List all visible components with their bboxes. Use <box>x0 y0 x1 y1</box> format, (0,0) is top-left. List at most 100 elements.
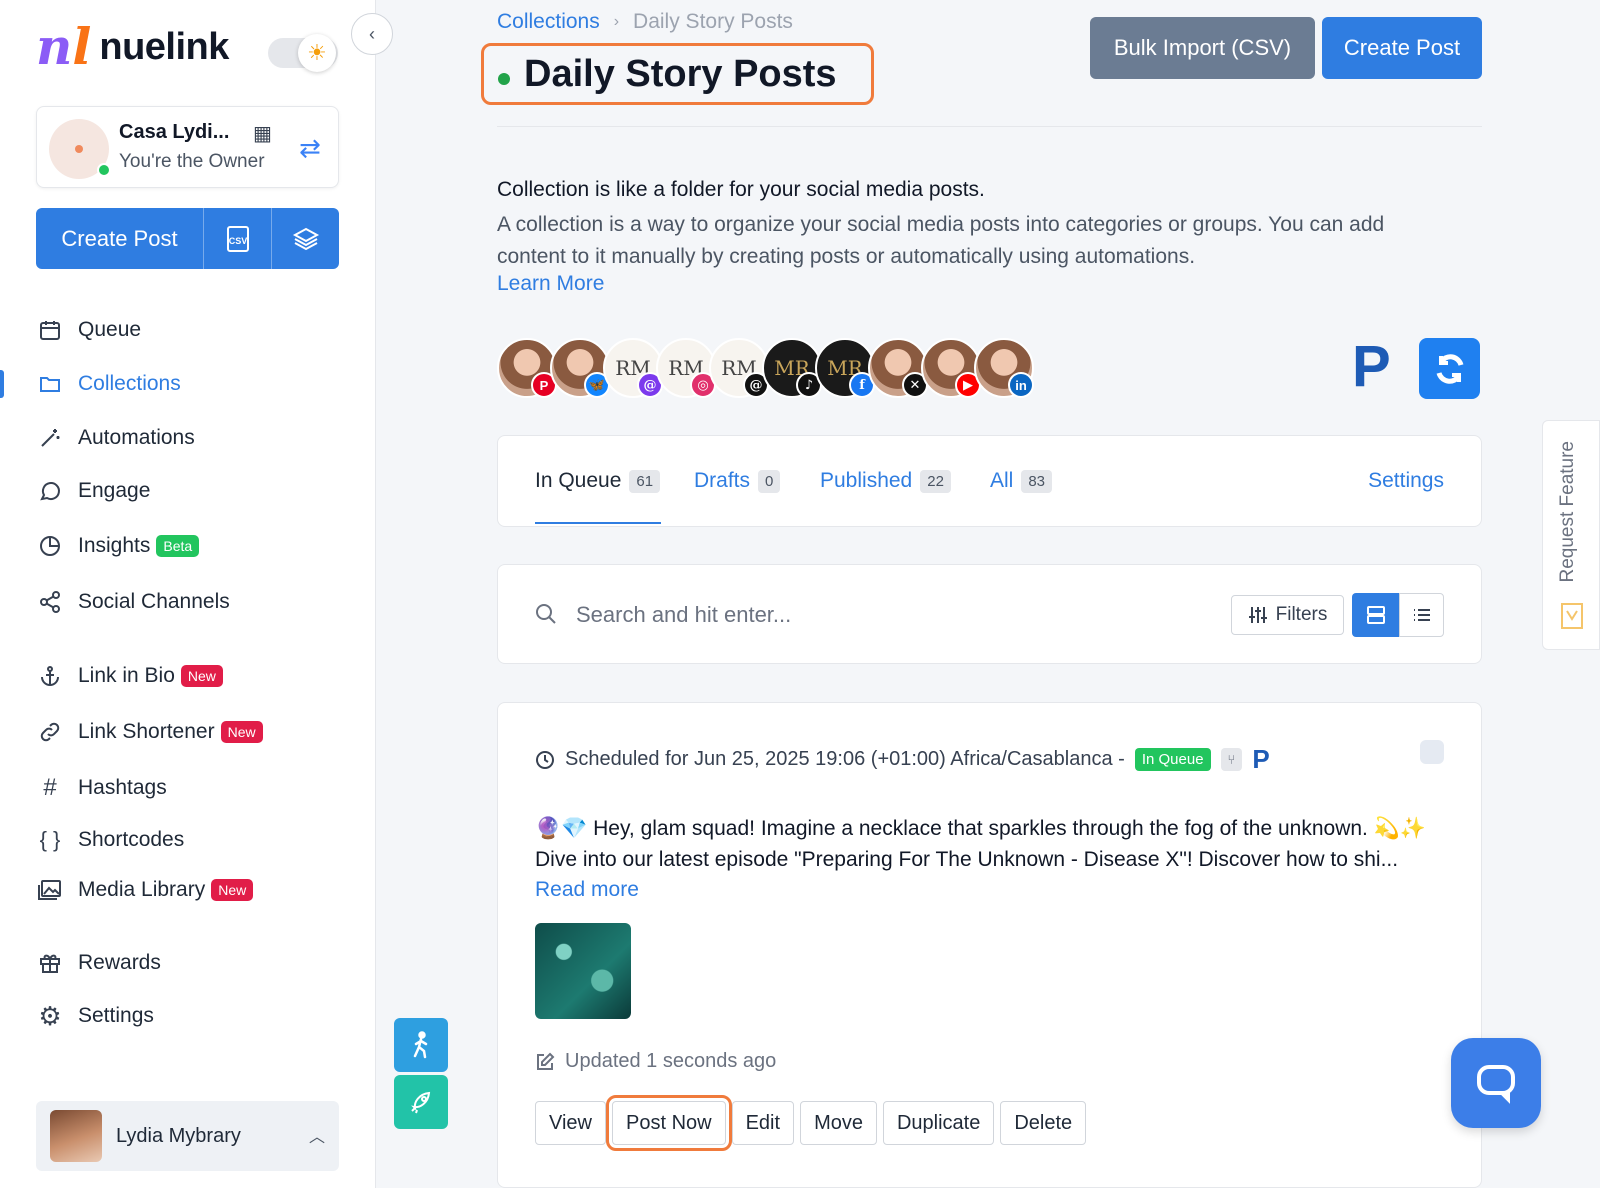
delete-button[interactable]: Delete <box>1000 1101 1087 1145</box>
switch-workspace-icon[interactable]: ⇄ <box>299 133 321 164</box>
pinterest-icon: P <box>1252 744 1270 774</box>
view-button[interactable]: View <box>535 1101 606 1145</box>
card-view-toggle[interactable] <box>1352 593 1399 637</box>
edit-button[interactable]: Edit <box>731 1101 795 1145</box>
tab-count: 0 <box>758 469 781 493</box>
learn-more-link[interactable]: Learn More <box>497 272 604 296</box>
share-icon <box>36 588 64 616</box>
channel-avatar[interactable]: MR f <box>815 338 875 398</box>
breadcrumb: Collections › Daily Story Posts <box>497 10 793 34</box>
page-title-highlight: Daily Story Posts <box>481 43 874 105</box>
post-now-button[interactable]: Post Now <box>606 1095 732 1151</box>
create-post-button[interactable]: Create Post <box>1322 17 1482 79</box>
move-button[interactable]: Move <box>800 1101 877 1145</box>
read-more-link[interactable]: Read more <box>535 878 639 902</box>
sidebar-item-insights[interactable]: Insights Beta <box>36 528 200 564</box>
sidebar-item-label: Link in Bio <box>78 664 175 687</box>
support-chat-button[interactable] <box>1451 1038 1541 1128</box>
channel-avatar[interactable]: 🦋 <box>550 338 610 398</box>
online-status-dot <box>97 163 111 177</box>
layers-button[interactable] <box>271 208 339 269</box>
channel-avatar[interactable]: MR ♪ <box>762 338 822 398</box>
theme-toggle[interactable]: ☀ <box>268 34 338 72</box>
sidebar-item-shortcodes[interactable]: { } Shortcodes <box>36 822 185 858</box>
clock-icon <box>536 750 554 769</box>
accessibility-button[interactable] <box>394 1018 448 1072</box>
channel-avatar[interactable]: ▶ <box>921 338 981 398</box>
pinterest-logo-icon[interactable]: P <box>1352 337 1391 397</box>
tab-count: 61 <box>629 469 661 493</box>
channel-avatars: P 🦋 RM @ RM ◎ RM @ MR ♪ MR f ✕ ▶ in <box>497 338 1034 398</box>
card-view-icon <box>1366 606 1385 624</box>
tab-published[interactable]: Published 22 <box>820 469 951 493</box>
updated-text: Updated 1 seconds ago <box>565 1050 777 1072</box>
calendar-icon <box>36 316 64 344</box>
launch-button[interactable] <box>394 1075 448 1129</box>
sidebar-item-social-channels[interactable]: Social Channels <box>36 584 230 620</box>
nuelink-logo[interactable]: nl nuelink <box>36 22 229 72</box>
merge-icon: ⑂ <box>1220 748 1243 771</box>
linkedin-icon: in <box>1008 372 1034 398</box>
sidebar-item-queue[interactable]: Queue <box>36 312 141 348</box>
sidebar-item-link-shortener[interactable]: Link Shortener New <box>36 714 263 750</box>
new-badge: New <box>211 879 254 901</box>
sync-icon <box>1436 353 1463 384</box>
sidebar-item-label: Settings <box>78 1004 154 1027</box>
tab-in-queue[interactable]: In Queue 61 <box>535 469 661 493</box>
post-media-thumbnail[interactable] <box>535 923 631 1019</box>
sidebar-item-hashtags[interactable]: # Hashtags <box>36 770 167 806</box>
building-icon: ▦ <box>253 123 272 145</box>
walking-person-icon <box>413 1031 428 1059</box>
channel-avatar[interactable]: ✕ <box>868 338 928 398</box>
sidebar-item-label: Social Channels <box>78 590 230 613</box>
bulk-import-button[interactable]: Bulk Import (CSV) <box>1090 17 1315 79</box>
sidebar-item-label: Collections <box>78 372 181 395</box>
workspace-switcher[interactable]: Casa Lydi... ▦ You're the Owner ⇄ <box>36 106 339 188</box>
sidebar-item-settings[interactable]: ⚙ Settings <box>36 998 154 1034</box>
duplicate-button[interactable]: Duplicate <box>882 1101 995 1145</box>
filters-button[interactable]: Filters <box>1231 595 1344 635</box>
sidebar-item-rewards[interactable]: Rewards <box>36 945 161 981</box>
tab-label: All <box>990 469 1014 492</box>
search-icon <box>535 603 557 630</box>
channel-avatar[interactable]: in <box>974 338 1034 398</box>
tab-all[interactable]: All 83 <box>990 469 1053 493</box>
channel-avatar[interactable]: RM ◎ <box>656 338 716 398</box>
sync-button[interactable] <box>1419 338 1480 399</box>
active-nav-indicator <box>0 370 4 398</box>
sidebar-item-label: Hashtags <box>78 776 167 799</box>
search-input[interactable] <box>576 597 1176 633</box>
sidebar-item-engage[interactable]: Engage <box>36 473 150 509</box>
post-select-checkbox[interactable] <box>1420 740 1444 764</box>
tab-settings[interactable]: Settings <box>1368 469 1444 493</box>
workspace-name: Casa Lydi... <box>119 121 230 143</box>
user-menu[interactable]: Lydia Mybrary ︿ <box>36 1101 339 1171</box>
list-view-toggle[interactable] <box>1399 593 1444 637</box>
sidebar-item-label: Media Library <box>78 878 206 901</box>
sidebar-create-post-button[interactable]: Create Post <box>36 208 203 269</box>
collection-description-title: Collection is like a folder for your soc… <box>497 178 985 201</box>
sidebar-item-automations[interactable]: Automations <box>36 420 195 456</box>
sidebar-item-label: Rewards <box>78 951 161 974</box>
sidebar-item-label: Automations <box>78 426 195 449</box>
gift-icon <box>36 949 64 977</box>
channel-avatar[interactable]: P <box>497 338 557 398</box>
csv-import-button[interactable]: CSV <box>203 208 271 269</box>
tab-label: In Queue <box>535 469 622 492</box>
sidebar-item-collections[interactable]: Collections <box>36 366 181 402</box>
channel-avatar[interactable]: RM @ <box>603 338 663 398</box>
status-dot <box>498 73 510 85</box>
breadcrumb-collections-link[interactable]: Collections <box>497 10 600 34</box>
channel-avatar[interactable]: RM @ <box>709 338 769 398</box>
collapse-sidebar-button[interactable]: ‹ <box>351 13 393 55</box>
breadcrumb-current: Daily Story Posts <box>633 10 793 33</box>
tab-label: Drafts <box>694 469 751 492</box>
sidebar-item-media-library[interactable]: Media Library New <box>36 872 254 908</box>
sidebar-item-label: Queue <box>78 318 142 341</box>
request-feature-tab[interactable]: Request Feature <box>1542 420 1600 650</box>
tab-drafts[interactable]: Drafts 0 <box>694 469 781 493</box>
post-tabs: In Queue 61 Drafts 0 Published 22 All 83… <box>497 435 1482 527</box>
beta-badge: Beta <box>156 535 200 557</box>
sidebar-item-link-in-bio[interactable]: Link in Bio New <box>36 658 223 694</box>
sidebar-item-label: Link Shortener <box>78 720 215 743</box>
